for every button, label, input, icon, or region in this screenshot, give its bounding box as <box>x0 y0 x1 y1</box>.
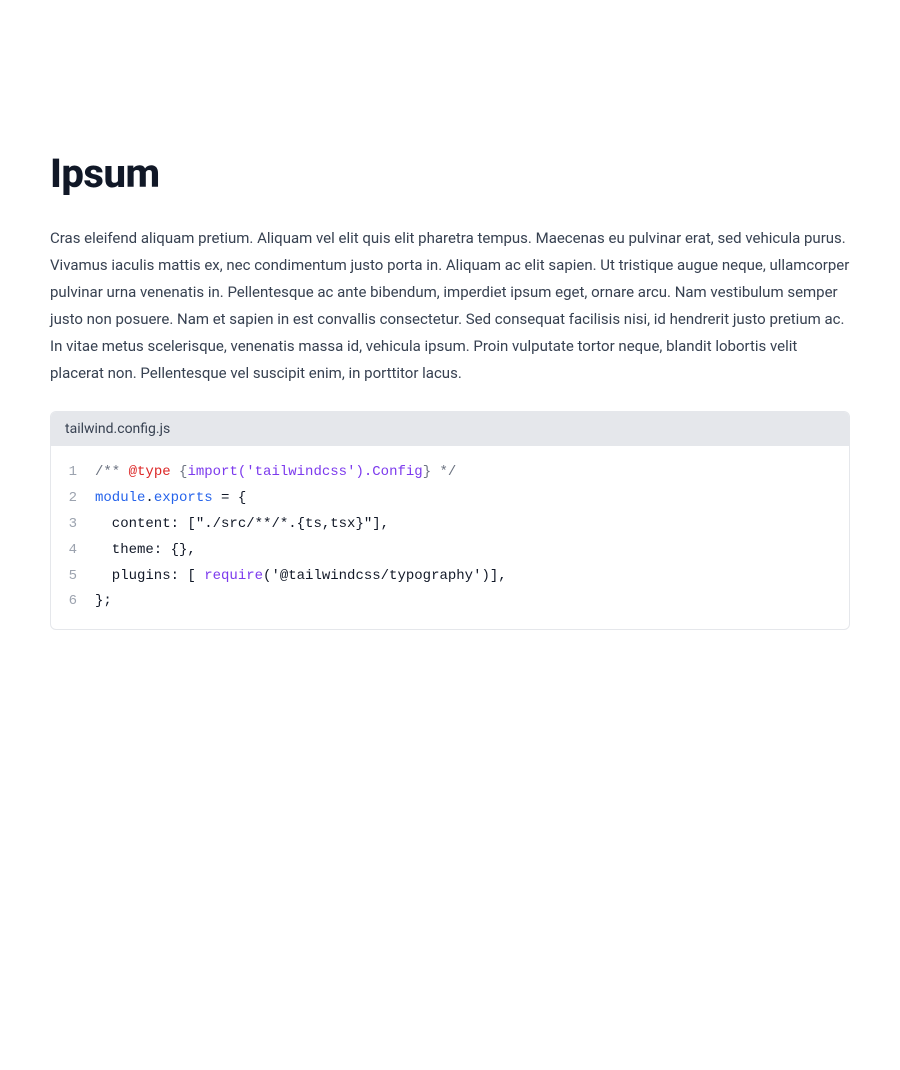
line-number: 6 <box>51 589 95 615</box>
code-line: 3 content: ["./src/**/*.{ts,tsx}"], <box>51 512 849 538</box>
line-content: }; <box>95 589 112 615</box>
code-body: 1/** @type {import('tailwindcss').Config… <box>51 446 849 629</box>
article-container: Ipsum Cras eleifend aliquam pretium. Ali… <box>50 120 850 670</box>
line-content: module.exports = { <box>95 486 246 512</box>
code-line: 5 plugins: [ require('@tailwindcss/typog… <box>51 564 849 590</box>
code-line: 2module.exports = { <box>51 486 849 512</box>
article-heading: Ipsum <box>50 150 850 197</box>
code-filename: tailwind.config.js <box>51 412 849 446</box>
line-number: 4 <box>51 538 95 564</box>
line-number: 1 <box>51 460 95 486</box>
scroll-spacer-bottom <box>0 670 900 1070</box>
line-content: content: ["./src/**/*.{ts,tsx}"], <box>95 512 389 538</box>
code-block: tailwind.config.js 1/** @type {import('t… <box>50 411 850 630</box>
line-content: theme: {}, <box>95 538 196 564</box>
line-number: 2 <box>51 486 95 512</box>
line-number: 3 <box>51 512 95 538</box>
code-line: 4 theme: {}, <box>51 538 849 564</box>
code-line: 1/** @type {import('tailwindcss').Config… <box>51 460 849 486</box>
line-number: 5 <box>51 564 95 590</box>
scroll-spacer-top <box>0 0 900 120</box>
line-content: /** @type {import('tailwindcss').Config}… <box>95 460 456 486</box>
code-line: 6}; <box>51 589 849 615</box>
line-content: plugins: [ require('@tailwindcss/typogra… <box>95 564 507 590</box>
article-paragraph: Cras eleifend aliquam pretium. Aliquam v… <box>50 225 850 387</box>
